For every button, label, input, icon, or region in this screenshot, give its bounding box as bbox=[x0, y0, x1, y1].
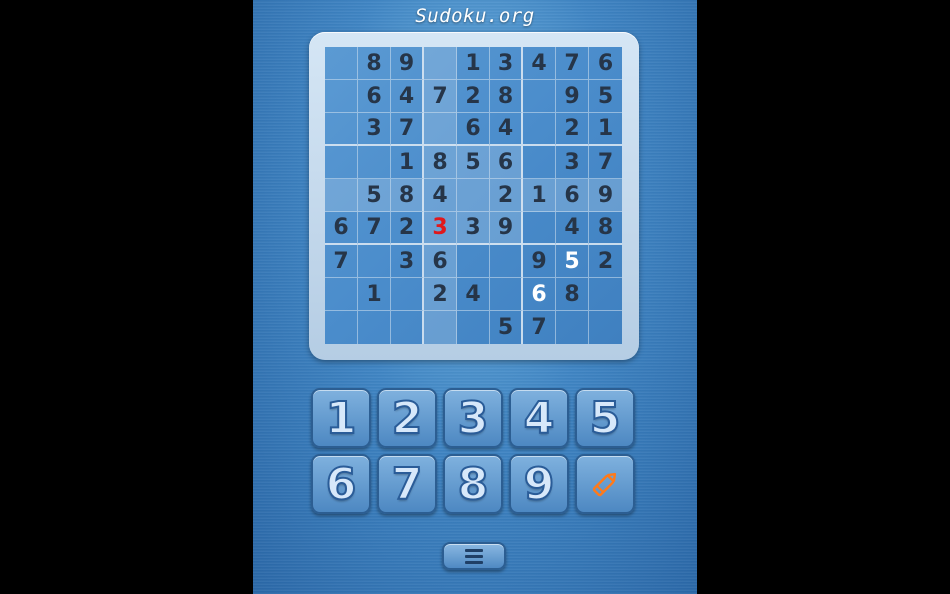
board-cell[interactable]: 6 bbox=[523, 278, 556, 311]
board-cell[interactable] bbox=[325, 311, 358, 344]
sudoku-app: Sudoku.org 89134766472895376421185637584… bbox=[253, 0, 697, 594]
board-cell[interactable]: 9 bbox=[391, 47, 424, 80]
site-title: Sudoku.org bbox=[415, 5, 535, 27]
board-cell[interactable]: 2 bbox=[556, 113, 589, 146]
board-cell[interactable] bbox=[457, 311, 490, 344]
board-cell[interactable]: 4 bbox=[523, 47, 556, 80]
pencil-mode-button[interactable] bbox=[575, 454, 635, 514]
board-cell[interactable]: 9 bbox=[589, 179, 622, 212]
board-cell[interactable]: 8 bbox=[391, 179, 424, 212]
board-frame: 8913476647289537642118563758421696723394… bbox=[309, 32, 639, 360]
board-cell[interactable]: 5 bbox=[490, 311, 523, 344]
board-cell[interactable]: 4 bbox=[556, 212, 589, 245]
board-cell[interactable]: 7 bbox=[391, 113, 424, 146]
board-cell[interactable]: 7 bbox=[358, 212, 391, 245]
sudoku-board: 8913476647289537642118563758421696723394… bbox=[325, 47, 622, 344]
board-cell[interactable]: 6 bbox=[589, 47, 622, 80]
board-cell[interactable]: 1 bbox=[523, 179, 556, 212]
board-cell[interactable]: 4 bbox=[457, 278, 490, 311]
board-cell[interactable]: 3 bbox=[424, 212, 457, 245]
board-cell[interactable]: 6 bbox=[358, 80, 391, 113]
board-cell[interactable]: 3 bbox=[457, 212, 490, 245]
board-cell[interactable] bbox=[358, 245, 391, 278]
board-cell[interactable] bbox=[589, 278, 622, 311]
board-cell[interactable]: 3 bbox=[391, 245, 424, 278]
digit-key-9[interactable]: 9 bbox=[509, 454, 569, 514]
board-cell[interactable] bbox=[358, 146, 391, 179]
board-cell[interactable]: 8 bbox=[490, 80, 523, 113]
board-cell[interactable] bbox=[523, 146, 556, 179]
board-cell[interactable] bbox=[490, 245, 523, 278]
board-cell[interactable] bbox=[589, 311, 622, 344]
board-cell[interactable] bbox=[325, 278, 358, 311]
board-cell[interactable]: 4 bbox=[490, 113, 523, 146]
board-cell[interactable]: 2 bbox=[391, 212, 424, 245]
board-cell[interactable]: 1 bbox=[589, 113, 622, 146]
digit-key-7[interactable]: 7 bbox=[377, 454, 437, 514]
board-cell[interactable]: 9 bbox=[556, 80, 589, 113]
digit-key-1[interactable]: 1 bbox=[311, 388, 371, 448]
board-cell[interactable] bbox=[325, 80, 358, 113]
board-cell[interactable] bbox=[358, 311, 391, 344]
board-cell[interactable]: 4 bbox=[391, 80, 424, 113]
board-cell[interactable]: 8 bbox=[589, 212, 622, 245]
board-cell[interactable]: 4 bbox=[424, 179, 457, 212]
board-cell[interactable] bbox=[325, 113, 358, 146]
board-cell[interactable] bbox=[325, 47, 358, 80]
number-keypad: 12345 6789 bbox=[311, 388, 641, 520]
board-cell[interactable]: 5 bbox=[358, 179, 391, 212]
digit-key-4[interactable]: 4 bbox=[509, 388, 569, 448]
board-cell[interactable]: 6 bbox=[424, 245, 457, 278]
board-cell[interactable]: 3 bbox=[556, 146, 589, 179]
board-cell[interactable]: 7 bbox=[523, 311, 556, 344]
board-cell[interactable] bbox=[424, 47, 457, 80]
board-cell[interactable] bbox=[325, 146, 358, 179]
board-cell[interactable] bbox=[523, 80, 556, 113]
board-cell[interactable]: 2 bbox=[589, 245, 622, 278]
board-cell[interactable]: 2 bbox=[424, 278, 457, 311]
board-cell[interactable]: 6 bbox=[457, 113, 490, 146]
board-cell[interactable]: 9 bbox=[523, 245, 556, 278]
board-cell[interactable] bbox=[391, 278, 424, 311]
board-cell[interactable]: 7 bbox=[556, 47, 589, 80]
board-cell[interactable]: 3 bbox=[490, 47, 523, 80]
board-cell[interactable]: 6 bbox=[325, 212, 358, 245]
board-cell[interactable]: 6 bbox=[556, 179, 589, 212]
board-cell[interactable]: 8 bbox=[358, 47, 391, 80]
board-cell[interactable] bbox=[391, 311, 424, 344]
board-cell[interactable]: 7 bbox=[424, 80, 457, 113]
board-cell[interactable] bbox=[424, 113, 457, 146]
board-cell[interactable]: 2 bbox=[457, 80, 490, 113]
board-cell[interactable] bbox=[424, 311, 457, 344]
board-cell[interactable] bbox=[457, 179, 490, 212]
board-cell[interactable]: 6 bbox=[490, 146, 523, 179]
pencil-icon bbox=[592, 472, 617, 497]
digit-key-3[interactable]: 3 bbox=[443, 388, 503, 448]
hamburger-menu-icon bbox=[465, 548, 483, 564]
board-cell[interactable] bbox=[490, 278, 523, 311]
menu-button[interactable] bbox=[442, 542, 506, 570]
board-cell[interactable]: 3 bbox=[358, 113, 391, 146]
board-cell[interactable] bbox=[556, 311, 589, 344]
board-cell[interactable]: 5 bbox=[457, 146, 490, 179]
digit-key-8[interactable]: 8 bbox=[443, 454, 503, 514]
board-cell[interactable]: 8 bbox=[556, 278, 589, 311]
digit-key-2[interactable]: 2 bbox=[377, 388, 437, 448]
board-cell[interactable]: 5 bbox=[589, 80, 622, 113]
board-cell[interactable]: 2 bbox=[490, 179, 523, 212]
board-cell[interactable]: 8 bbox=[424, 146, 457, 179]
board-cell[interactable]: 7 bbox=[325, 245, 358, 278]
board-cell[interactable]: 7 bbox=[589, 146, 622, 179]
board-cell[interactable]: 1 bbox=[457, 47, 490, 80]
board-cell[interactable]: 5 bbox=[556, 245, 589, 278]
board-cell[interactable] bbox=[325, 179, 358, 212]
board-cell[interactable]: 1 bbox=[391, 146, 424, 179]
board-cell[interactable] bbox=[523, 212, 556, 245]
digit-key-6[interactable]: 6 bbox=[311, 454, 371, 514]
board-cell[interactable]: 9 bbox=[490, 212, 523, 245]
board-cell[interactable] bbox=[523, 113, 556, 146]
board-cell[interactable]: 1 bbox=[358, 278, 391, 311]
digit-key-5[interactable]: 5 bbox=[575, 388, 635, 448]
board-cell[interactable] bbox=[457, 245, 490, 278]
